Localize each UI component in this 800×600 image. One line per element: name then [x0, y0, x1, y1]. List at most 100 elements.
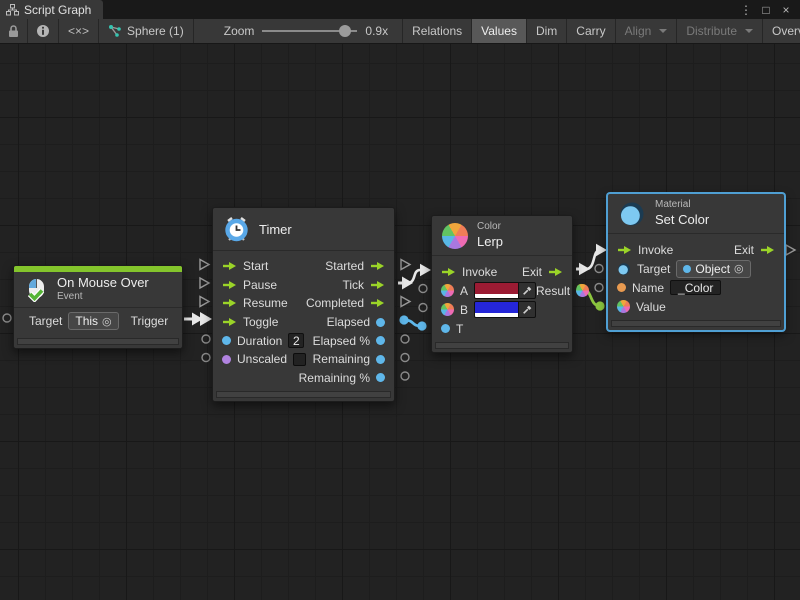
flow-arrow-icon [760, 245, 775, 255]
node-title: On Mouse Over [57, 275, 149, 291]
port-timer-started[interactable] [401, 260, 410, 270]
node-subtitle: Event [57, 291, 149, 304]
port-onmouseover-target[interactable] [3, 314, 11, 322]
zoom-slider[interactable] [262, 25, 357, 37]
alpha-bar [475, 294, 518, 298]
color-port-icon [617, 300, 630, 313]
color-a-swatch[interactable] [474, 282, 536, 299]
flow-arrow-icon [370, 298, 385, 308]
object-port-icon [683, 265, 691, 273]
port-timer-duration[interactable] [202, 335, 210, 343]
timer-completed-label: Completed [306, 296, 364, 310]
node-title: Timer [259, 222, 292, 237]
float-port-icon [222, 336, 231, 345]
zoom-slider-handle[interactable] [339, 25, 351, 37]
target-this-button[interactable]: This ◎ [68, 312, 118, 330]
node-footer [17, 338, 179, 345]
target-trigger-row: Target This ◎ Trigger [14, 308, 182, 334]
breadcrumb[interactable]: Sphere (1) [99, 19, 194, 43]
port-timer-remaining[interactable] [401, 354, 409, 362]
node-footer [611, 320, 781, 327]
wire-elapsed-to-t[interactable] [399, 315, 426, 330]
edit-source-button[interactable]: <×> [59, 19, 99, 43]
relations-label: Relations [412, 24, 462, 38]
node-timer[interactable]: Timer Start Started Pause Tick Resume Co… [212, 207, 395, 402]
node-set-color[interactable]: Material Set Color Invoke Exit Target Ob… [607, 193, 785, 331]
timer-unscaled-label: Unscaled [237, 352, 287, 366]
material-port-icon [617, 262, 631, 276]
node-title: Lerp [477, 234, 503, 250]
code-icon: <×> [68, 24, 89, 38]
info-button[interactable] [28, 19, 59, 43]
name-input[interactable]: _Color [670, 280, 721, 295]
wire-tick-to-invoke[interactable] [407, 264, 431, 283]
color-b-swatch[interactable] [474, 301, 536, 318]
node-on-mouse-over[interactable]: On Mouse Over Event Target This ◎ Trigge… [13, 265, 183, 349]
dim-button[interactable]: Dim [527, 19, 567, 43]
port-timer-resume[interactable] [200, 297, 209, 307]
lerp-b-label: B [460, 303, 468, 317]
color-b-value [475, 302, 518, 313]
port-lerp-a[interactable] [419, 285, 427, 293]
port-setcolor-exit[interactable] [786, 245, 795, 255]
mouse-over-icon [24, 278, 48, 302]
zoom-value: 0.9x [365, 24, 388, 38]
port-timer-pause[interactable] [200, 278, 209, 288]
graph-canvas[interactable]: On Mouse Over Event Target This ◎ Trigge… [0, 44, 800, 600]
port-setcolor-name[interactable] [595, 284, 603, 292]
setcolor-value-label: Value [636, 300, 666, 314]
setcolor-target-label: Target [637, 262, 670, 276]
node-subtitle: Material [655, 199, 709, 212]
object-picker-icon[interactable]: ◎ [102, 315, 112, 328]
material-sphere-icon [618, 200, 646, 228]
port-setcolor-target[interactable] [595, 265, 603, 273]
relations-button[interactable]: Relations [402, 19, 472, 43]
node-body: Invoke Exit A Result B [432, 256, 572, 338]
values-button[interactable]: Values [472, 19, 527, 43]
target-object-field[interactable]: Object ◎ [676, 260, 750, 278]
lock-button[interactable] [0, 19, 28, 43]
port-timer-remaining-pct[interactable] [401, 372, 409, 380]
lerp-t-label: T [456, 322, 463, 336]
overview-button[interactable]: Overview [763, 19, 800, 43]
timer-resume-label: Resume [243, 296, 288, 310]
timer-started-label: Started [325, 259, 364, 273]
bool-port-icon [222, 355, 231, 364]
wire-trigger-to-toggle[interactable] [184, 312, 212, 326]
carry-label: Carry [576, 24, 605, 38]
tab-title: Script Graph [24, 3, 91, 17]
port-timer-unscaled[interactable] [202, 354, 210, 362]
graph-toolbar: <×> Sphere (1) Zoom 0.9x Relations Value… [0, 19, 800, 44]
float-port-icon [441, 324, 450, 333]
menu-dots-icon[interactable]: ⋮ [738, 3, 754, 17]
duration-input[interactable]: 2 [288, 333, 304, 348]
port-timer-completed[interactable] [401, 297, 410, 307]
node-footer [216, 391, 391, 398]
window-controls: ⋮ □ × [738, 0, 800, 19]
setcolor-name-label: Name [632, 281, 664, 295]
target-object-label: Object [695, 262, 730, 276]
port-lerp-b[interactable] [419, 304, 427, 312]
carry-button[interactable]: Carry [567, 19, 615, 43]
target-label: Target [29, 314, 62, 328]
overview-label: Overview [772, 24, 800, 38]
setcolor-exit-label: Exit [734, 243, 754, 257]
node-title: Set Color [655, 212, 709, 228]
close-icon[interactable]: × [778, 3, 794, 17]
port-timer-start[interactable] [200, 260, 209, 270]
unscaled-checkbox[interactable] [293, 353, 306, 366]
node-header: On Mouse Over Event [14, 272, 182, 308]
timer-start-label: Start [243, 259, 268, 273]
node-footer [435, 342, 569, 349]
port-timer-elapsed-pct[interactable] [401, 335, 409, 343]
align-dropdown: Align [616, 19, 678, 43]
setcolor-invoke-label: Invoke [638, 243, 673, 257]
string-port-icon [617, 283, 626, 292]
timer-elapsed-label: Elapsed [327, 315, 370, 329]
eyedropper-icon[interactable] [518, 283, 535, 298]
object-picker-icon[interactable]: ◎ [734, 262, 744, 275]
node-color-lerp[interactable]: Color Lerp Invoke Exit A Result [431, 215, 573, 353]
maximize-icon[interactable]: □ [758, 3, 774, 17]
tab-script-graph[interactable]: Script Graph [0, 0, 103, 19]
eyedropper-icon[interactable] [518, 302, 535, 317]
